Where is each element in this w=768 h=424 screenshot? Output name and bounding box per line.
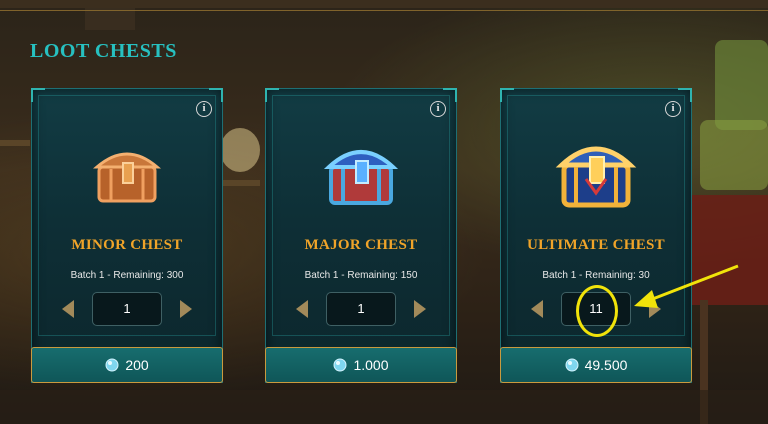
- card-corner-ornament: [265, 88, 279, 102]
- chevron-right-icon[interactable]: [180, 300, 192, 318]
- card-corner-ornament: [31, 88, 45, 102]
- price-label: 200: [125, 357, 149, 373]
- quantity-input[interactable]: 1: [326, 292, 396, 326]
- annotation-arrow-icon: [634, 264, 739, 308]
- chest-card-minor: i MINOR CHEST Batch 1 - Remaining: 300 1…: [31, 88, 223, 383]
- annotation-circle: [576, 285, 618, 337]
- chest-card-major: i MAJOR CHEST Batch 1 - Remaining: 150 1…: [265, 88, 457, 383]
- price-label: 1.000: [353, 357, 389, 373]
- card-corner-ornament: [209, 88, 223, 102]
- buy-button[interactable]: 1.000: [265, 347, 457, 383]
- gem-icon: [333, 358, 347, 372]
- buy-button[interactable]: 49.500: [500, 347, 692, 383]
- buy-button[interactable]: 200: [31, 347, 223, 383]
- minor-chest-icon: [92, 152, 162, 203]
- chest-name: ULTIMATE CHEST: [527, 237, 665, 253]
- major-chest-icon: [323, 150, 399, 205]
- ultimate-chest-icon: [555, 146, 637, 208]
- chevron-left-icon[interactable]: [296, 300, 308, 318]
- info-icon[interactable]: i: [196, 101, 212, 117]
- quantity-stepper: 1: [32, 292, 222, 326]
- card-corner-ornament: [443, 88, 457, 102]
- batch-remaining: Batch 1 - Remaining: 300: [70, 270, 184, 281]
- gem-icon: [105, 358, 119, 372]
- gem-icon: [565, 358, 579, 372]
- info-icon[interactable]: i: [665, 101, 681, 117]
- card-corner-ornament: [500, 88, 514, 102]
- page-title: LOOT CHESTS: [30, 40, 177, 62]
- chevron-left-icon[interactable]: [531, 300, 543, 318]
- batch-remaining: Batch 1 - Remaining: 150: [304, 270, 418, 281]
- header-divider: [0, 10, 768, 11]
- quantity-input[interactable]: 1: [92, 292, 162, 326]
- price-label: 49.500: [584, 357, 628, 373]
- chest-card-ultimate: i ULTIMATE CHEST Batch 1 - Remaining: 30…: [500, 88, 692, 383]
- chevron-right-icon[interactable]: [414, 300, 426, 318]
- quantity-stepper: 1: [266, 292, 456, 326]
- info-icon[interactable]: i: [430, 101, 446, 117]
- chevron-left-icon[interactable]: [62, 300, 74, 318]
- chest-name: MAJOR CHEST: [304, 237, 418, 253]
- chest-name: MINOR CHEST: [71, 237, 183, 253]
- card-corner-ornament: [678, 88, 692, 102]
